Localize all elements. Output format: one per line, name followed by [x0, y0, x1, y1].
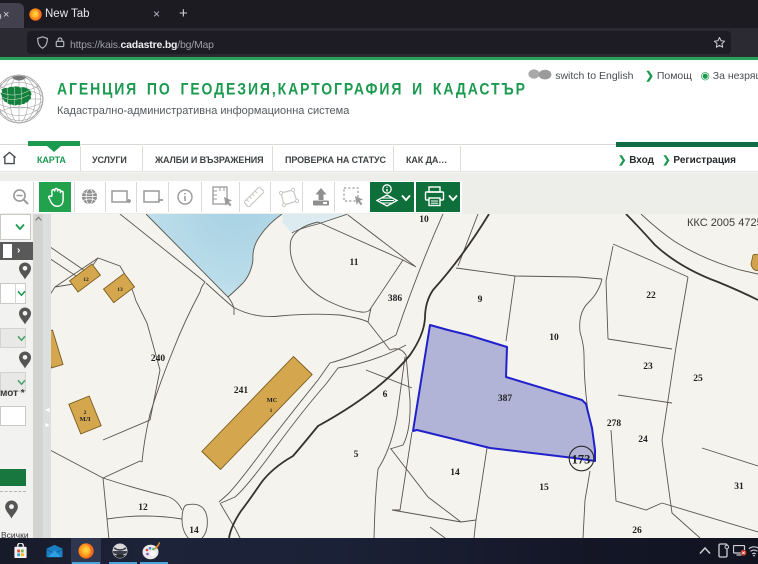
svg-text:31: 31	[734, 482, 744, 492]
svg-text:22: 22	[646, 291, 656, 301]
svg-text:МЛ: МЛ	[80, 416, 91, 423]
svg-text:10: 10	[419, 215, 429, 225]
svg-text:10: 10	[549, 333, 559, 343]
svg-text:24: 24	[638, 435, 648, 445]
svg-text:6: 6	[383, 390, 388, 400]
svg-text:26: 26	[632, 526, 642, 536]
svg-text:386: 386	[388, 294, 403, 304]
svg-text:387: 387	[498, 394, 513, 404]
svg-text:МС: МС	[267, 397, 278, 404]
svg-text:14: 14	[450, 468, 460, 478]
svg-text:12: 12	[83, 277, 89, 283]
svg-text:15: 15	[539, 483, 549, 493]
svg-text:11: 11	[350, 258, 359, 268]
svg-text:241: 241	[234, 386, 249, 396]
svg-text:240: 240	[151, 354, 166, 364]
svg-text:23: 23	[643, 362, 653, 372]
svg-text:12: 12	[138, 503, 148, 513]
svg-text:9: 9	[478, 295, 483, 305]
svg-text:ККС 2005 47250.99: ККС 2005 47250.99	[687, 217, 758, 229]
svg-text:25: 25	[693, 374, 703, 384]
svg-text:5: 5	[354, 450, 359, 460]
svg-text:13: 13	[117, 287, 123, 293]
svg-text:173: 173	[572, 453, 591, 467]
svg-text:278: 278	[607, 419, 622, 429]
svg-text:1: 1	[270, 408, 273, 414]
svg-text:14: 14	[189, 526, 199, 536]
